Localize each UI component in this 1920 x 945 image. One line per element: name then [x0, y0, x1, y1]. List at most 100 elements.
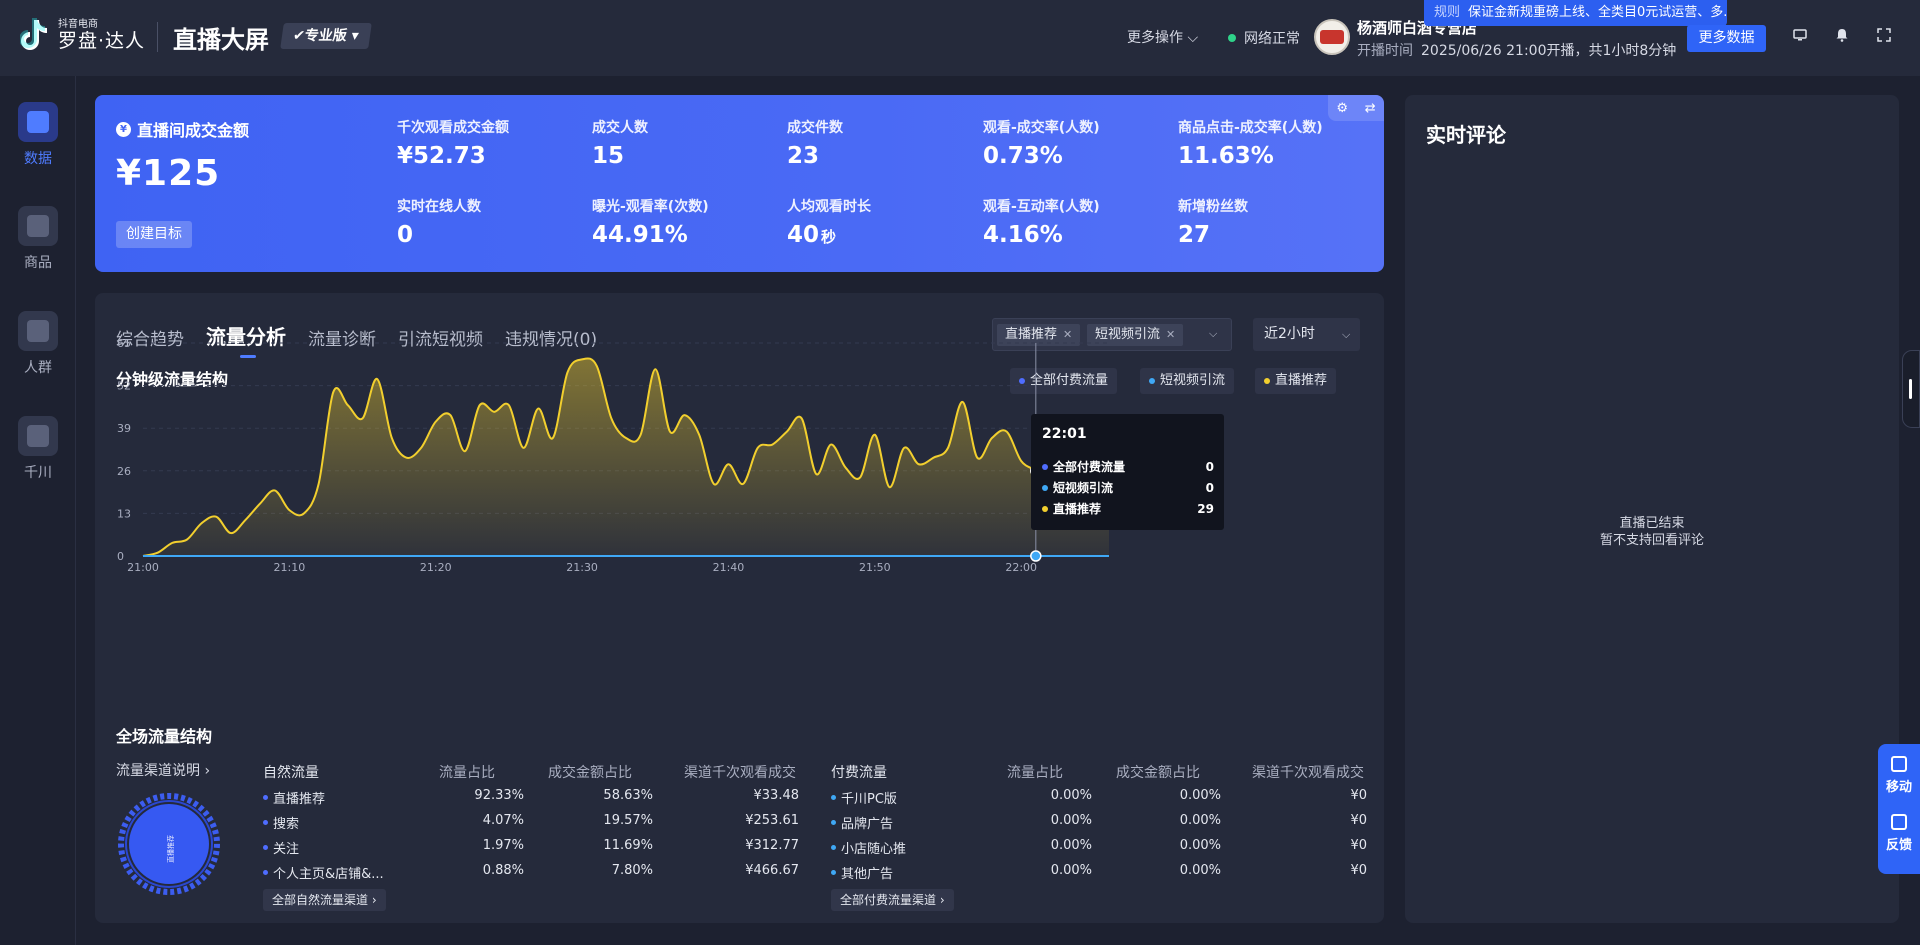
bell-icon[interactable]: [1832, 28, 1852, 48]
gmv-label: ¥ 直播间成交金额: [116, 117, 249, 141]
table-cell-gmv-share: 0.00%: [1179, 788, 1221, 803]
table-cell-share: 4.07%: [482, 813, 524, 828]
nav-item-qianchuan[interactable]: 千川: [0, 416, 76, 482]
bullet-dot: [831, 845, 836, 850]
switch-arrows-icon[interactable]: ⇄: [1365, 101, 1376, 116]
nav-item-audience[interactable]: 人群: [0, 311, 76, 377]
tooltip-series: 全部付费流量: [1053, 460, 1126, 474]
kpi-metric-value: 40: [787, 222, 820, 248]
kpi-metric-value: 23: [787, 143, 820, 169]
x-tick-label: 21:20: [420, 561, 452, 574]
more-operations-dropdown[interactable]: 更多操作 ⌵: [1127, 27, 1198, 47]
table-cell-gpm: ¥0: [1350, 813, 1367, 828]
table-cell-share: 1.97%: [482, 838, 524, 853]
move-button[interactable]: 移动: [1878, 756, 1920, 795]
table-cell-gmv-share: 19.57%: [603, 813, 653, 828]
kpi-metric-unit: 秒: [821, 228, 837, 246]
app-logo[interactable]: 抖音电商 罗盘·达人: [20, 18, 145, 52]
table-header: 成交金额占比: [548, 765, 632, 781]
kpi-metric-label: 成交件数: [787, 120, 843, 136]
more-data-button[interactable]: 更多数据: [1687, 25, 1766, 52]
kpi-metric-label: 千次观看成交金额: [397, 120, 509, 136]
feedback-button[interactable]: 反馈: [1878, 814, 1920, 853]
all-paid-channels-button[interactable]: 全部付费流量渠道 ›: [831, 889, 954, 911]
empty-line-2: 暂不支持回看评论: [1599, 533, 1704, 548]
y-tick-label: 26: [117, 465, 131, 478]
people-icon: [18, 311, 58, 351]
bullet-dot: [263, 795, 268, 800]
gmv-value: ¥125: [116, 153, 221, 194]
rule-notice-banner[interactable]: 规则 保证金新规重磅上线、全类目0元试运营、多...: [1424, 0, 1727, 26]
table-cell-share: 0.00%: [1050, 788, 1092, 803]
kpi-metric-value: 15: [592, 143, 625, 169]
kpi-metric-label: 实时在线人数: [397, 199, 481, 215]
table-cell-gpm: ¥33.48: [753, 788, 800, 803]
table-row-name: 其他广告: [831, 863, 893, 882]
x-tick-label: 21:50: [859, 561, 891, 574]
donut-label: 直播推荐: [166, 835, 175, 863]
kpi-metric: 人均观看时长 40 秒: [787, 196, 871, 248]
kpi-metric-value: 0: [397, 222, 414, 248]
table-cell-share: 0.00%: [1050, 813, 1092, 828]
x-tick-label: 22:00: [1005, 561, 1037, 574]
traffic-analysis-panel: 综合趋势 流量分析 流量诊断 引流短视频 违规情况(0) 直播推荐 ✕ 短视频引流…: [95, 293, 1384, 923]
empty-line-1: 直播已结束: [1619, 516, 1685, 531]
kpi-metric: 观看-成交率(人数) 0.73%: [983, 117, 1100, 169]
table-cell-gmv-share: 7.80%: [611, 863, 653, 878]
create-goal-button[interactable]: 创建目标: [116, 221, 192, 248]
table-cell-share: 0.00%: [1050, 863, 1092, 878]
tooltip-dot: [1042, 505, 1048, 512]
nav-item-products[interactable]: 商品: [0, 206, 76, 272]
tooltip-row: 直播推荐 29: [1042, 500, 1214, 517]
bullet-dot: [263, 845, 268, 850]
tooltip-dot: [1042, 463, 1048, 470]
kpi-metric-value: 0.73%: [983, 143, 1063, 169]
settings-gear-icon[interactable]: ⚙: [1336, 101, 1348, 116]
kpi-metric-label: 观看-成交率(人数): [983, 120, 1100, 136]
shopping-cart-icon: [18, 206, 58, 246]
logo-subtitle: 抖音电商: [58, 18, 98, 30]
table-cell-gmv-share: 0.00%: [1179, 838, 1221, 853]
shop-avatar[interactable]: [1314, 19, 1350, 55]
table-header: 渠道千次观看成交: [1252, 765, 1364, 781]
nav-item-data[interactable]: 数据: [0, 102, 76, 168]
hover-point-short-video: [1030, 550, 1042, 562]
fullscreen-icon[interactable]: [1874, 28, 1894, 48]
table-header: 流量占比: [1007, 765, 1063, 781]
kpi-metric: 实时在线人数 0: [397, 196, 481, 248]
nav-label: 千川: [24, 465, 52, 481]
table-cell-gmv-share: 58.63%: [603, 788, 653, 803]
table-cell-gmv-share: 0.00%: [1179, 813, 1221, 828]
table-row-name: 直播推荐: [263, 788, 325, 807]
kpi-metric-value: 11.63%: [1178, 143, 1274, 169]
x-tick-label: 21:00: [127, 561, 159, 574]
tooltip-dot: [1042, 484, 1048, 491]
kpi-metric-value: 27: [1178, 222, 1211, 248]
side-drawer-handle[interactable]: [1902, 350, 1920, 428]
table-header: 成交金额占比: [1116, 765, 1200, 781]
table-cell-share: 0.00%: [1050, 838, 1092, 853]
kpi-metric: 新增粉丝数 27: [1178, 196, 1248, 248]
kpi-metric-label: 观看-互动率(人数): [983, 199, 1100, 215]
table-cell-gpm: ¥312.77: [745, 838, 799, 853]
bullet-dot: [263, 870, 268, 875]
edition-dropdown[interactable]: ✔专业版 ▾: [280, 23, 372, 49]
table-cell-share: 92.33%: [474, 788, 524, 803]
y-tick-label: 0: [117, 550, 124, 563]
kpi-metric-label: 人均观看时长: [787, 199, 871, 215]
monitor-icon[interactable]: [1790, 28, 1810, 48]
table-row-name: 搜索: [263, 813, 299, 832]
y-tick-label: 13: [117, 507, 131, 520]
table-cell-gpm: ¥0: [1350, 788, 1367, 803]
left-nav: 数据 商品 人群 千川: [0, 76, 76, 945]
table-header: 流量占比: [439, 765, 495, 781]
kpi-metric-label: 商品点击-成交率(人数): [1178, 120, 1323, 136]
channel-name: 关注: [273, 842, 300, 857]
move-icon: [1891, 756, 1907, 772]
table-header: 渠道千次观看成交: [684, 765, 796, 781]
all-natural-channels-button[interactable]: 全部自然流量渠道 ›: [263, 889, 386, 911]
table-cell-gmv-share: 0.00%: [1179, 863, 1221, 878]
x-tick-label: 21:10: [274, 561, 306, 574]
channel-explain-link[interactable]: 流量渠道说明 ›: [116, 760, 210, 780]
move-label: 移动: [1885, 780, 1912, 795]
